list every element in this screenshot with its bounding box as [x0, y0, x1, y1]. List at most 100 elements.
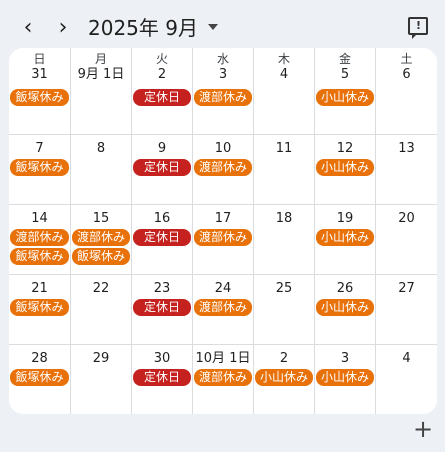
calendar-header: ‹ › 2025年 9月 ! — [0, 0, 445, 52]
event-chip[interactable]: 小山休み — [316, 229, 374, 246]
day-cell[interactable]: 29 — [70, 345, 131, 414]
day-cell[interactable]: 4 — [375, 345, 437, 414]
day-cell[interactable]: 28 飯塚休み — [9, 345, 70, 414]
day-number: 3 — [340, 351, 350, 366]
month-title: 2025年 9月 — [88, 15, 198, 40]
chevron-left-icon: ‹ — [23, 14, 33, 40]
event-chip[interactable]: 飯塚休み — [10, 299, 69, 316]
day-cell[interactable]: 14 渡部休み 飯塚休み — [9, 205, 70, 274]
day-cell[interactable]: 金 5 小山休み — [314, 48, 375, 134]
day-number: 2 — [157, 67, 167, 82]
event-list: 飯塚休み — [9, 159, 70, 178]
previous-month-button[interactable]: ‹ — [17, 14, 39, 40]
event-chip[interactable]: 渡部休み — [194, 369, 252, 386]
event-chip[interactable]: 渡部休み — [72, 229, 130, 246]
day-cell[interactable]: 11 — [253, 135, 314, 204]
day-number: 16 — [153, 211, 171, 226]
day-cell[interactable]: 17 渡部休み — [192, 205, 253, 274]
day-cell[interactable]: 13 — [375, 135, 437, 204]
day-cell[interactable]: 30 定休日 — [131, 345, 192, 414]
day-cell[interactable]: 12 小山休み — [314, 135, 375, 204]
event-chip[interactable]: 飯塚休み — [10, 248, 69, 265]
event-chip[interactable]: 渡部休み — [194, 159, 252, 176]
day-cell[interactable]: 7 飯塚休み — [9, 135, 70, 204]
day-cell[interactable]: 土6 — [375, 48, 437, 134]
event-list: 小山休み — [315, 159, 375, 178]
month-selector[interactable]: 2025年 9月 — [88, 12, 218, 40]
day-number: 6 — [402, 67, 411, 82]
feedback-icon[interactable]: ! — [408, 17, 428, 39]
event-chip[interactable]: 定休日 — [133, 299, 191, 316]
day-cell[interactable]: 19 小山休み — [314, 205, 375, 274]
day-cell[interactable]: 20 — [375, 205, 437, 274]
event-chip[interactable]: 小山休み — [316, 159, 374, 176]
day-number: 13 — [398, 141, 415, 156]
event-chip[interactable]: 飯塚休み — [10, 369, 69, 386]
event-list: 渡部休み — [193, 89, 253, 108]
day-number: 11 — [275, 141, 293, 156]
add-event-button[interactable]: + — [413, 417, 433, 441]
weekday-label: 月 — [94, 52, 107, 66]
event-chip[interactable]: 飯塚休み — [72, 248, 130, 265]
event-chip[interactable]: 定休日 — [133, 159, 191, 176]
event-chip[interactable]: 定休日 — [133, 369, 191, 386]
day-cell[interactable]: 月 9月 1日 — [70, 48, 131, 134]
day-number: 4 — [402, 351, 411, 366]
event-chip[interactable]: 飯塚休み — [10, 89, 69, 106]
day-cell[interactable]: 27 — [375, 275, 437, 344]
weekday-label: 日 — [33, 52, 46, 66]
event-list: 小山休み — [315, 369, 375, 388]
event-chip[interactable]: 飯塚休み — [10, 159, 69, 176]
day-cell[interactable]: 16 定休日 — [131, 205, 192, 274]
weekday-label: 水 — [216, 52, 229, 66]
day-number: 4 — [279, 67, 289, 82]
event-chip[interactable]: 渡部休み — [10, 229, 69, 246]
event-list: 小山休み — [315, 89, 375, 108]
next-month-button[interactable]: › — [52, 14, 74, 40]
week-row: 21 飯塚休み 22 23 定休日 24 渡部休み 25 26 小山休み 27 — [9, 274, 437, 344]
day-cell[interactable]: 火 2 定休日 — [131, 48, 192, 134]
event-list: 定休日 — [132, 159, 192, 178]
event-chip[interactable]: 定休日 — [133, 89, 191, 106]
weekday-label: 金 — [338, 52, 351, 66]
event-chip[interactable]: 小山休み — [316, 89, 374, 106]
day-number: 23 — [153, 281, 171, 296]
day-cell[interactable]: 水 3 渡部休み — [192, 48, 253, 134]
event-chip[interactable]: 小山休み — [316, 369, 374, 386]
day-cell[interactable]: 3 小山休み — [314, 345, 375, 414]
day-cell[interactable]: 21 飯塚休み — [9, 275, 70, 344]
day-number: 17 — [214, 211, 232, 226]
event-chip[interactable]: 渡部休み — [194, 89, 252, 106]
day-cell[interactable]: 日 31 飯塚休み — [9, 48, 70, 134]
event-chip[interactable]: 渡部休み — [194, 229, 252, 246]
day-number: 8 — [96, 141, 106, 156]
day-cell[interactable]: 26 小山休み — [314, 275, 375, 344]
week-row: 28 飯塚休み 29 30 定休日 10月 1日 渡部休み 2 小山休み 3 小山休み 4 — [9, 344, 437, 414]
day-cell[interactable]: 18 — [253, 205, 314, 274]
day-cell[interactable]: 10月 1日 渡部休み — [192, 345, 253, 414]
day-number: 30 — [153, 351, 171, 366]
day-cell[interactable]: 2 小山休み — [253, 345, 314, 414]
event-list: 渡部休み 飯塚休み — [71, 229, 131, 267]
event-list: 渡部休み — [193, 229, 253, 248]
event-chip[interactable]: 小山休み — [255, 369, 313, 386]
event-chip[interactable]: 小山休み — [316, 299, 374, 316]
day-number: 2 — [279, 351, 289, 366]
day-number: 26 — [336, 281, 354, 296]
calendar-app: ‹ › 2025年 9月 ! 日 31 飯塚休み月 9月 1日火 2 定休日水 3 渡部休み木… — [0, 0, 445, 452]
day-cell[interactable]: 15 渡部休み 飯塚休み — [70, 205, 131, 274]
day-cell[interactable]: 10 渡部休み — [192, 135, 253, 204]
day-cell[interactable]: 9 定休日 — [131, 135, 192, 204]
day-cell[interactable]: 8 — [70, 135, 131, 204]
day-number: 21 — [31, 281, 48, 296]
day-cell[interactable]: 23 定休日 — [131, 275, 192, 344]
day-number: 10 — [214, 141, 232, 156]
event-list: 定休日 — [132, 229, 192, 248]
day-cell[interactable]: 22 — [70, 275, 131, 344]
day-cell[interactable]: 木4 — [253, 48, 314, 134]
day-cell[interactable]: 25 — [253, 275, 314, 344]
day-number: 29 — [92, 351, 110, 366]
event-chip[interactable]: 渡部休み — [194, 299, 252, 316]
event-chip[interactable]: 定休日 — [133, 229, 191, 246]
day-cell[interactable]: 24 渡部休み — [192, 275, 253, 344]
